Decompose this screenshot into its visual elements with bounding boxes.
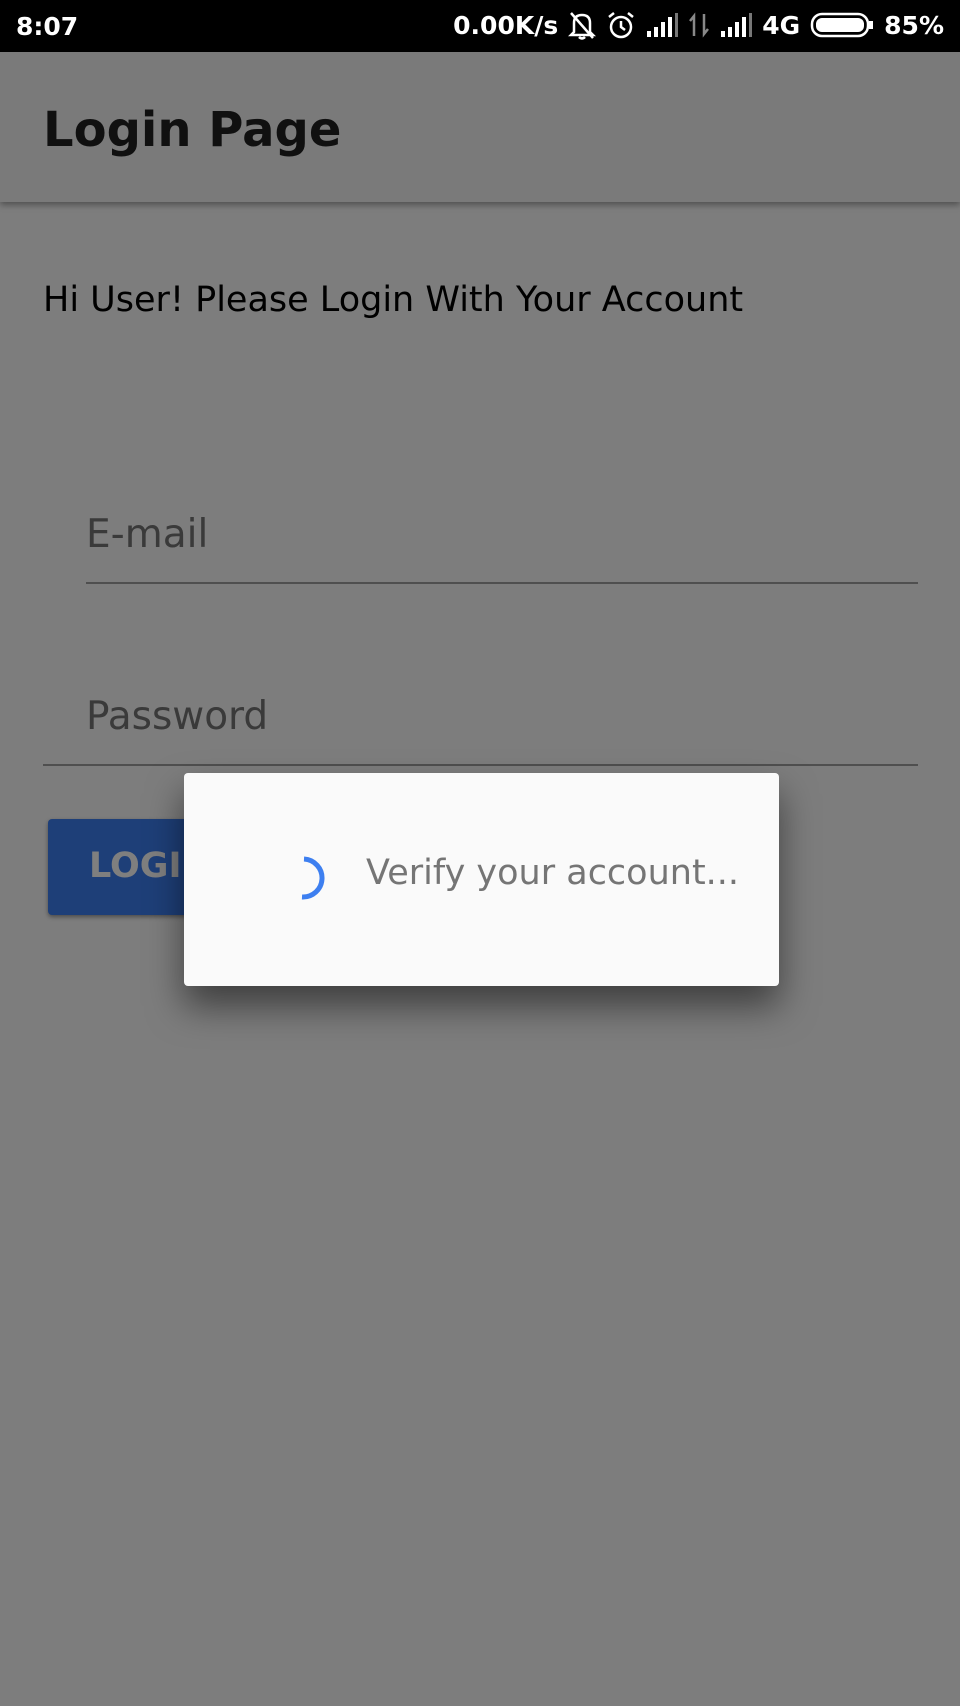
- alarm-icon: [606, 10, 636, 40]
- network-type: 4G: [762, 10, 801, 40]
- status-icons: 0.00K/s 4G 85%: [453, 10, 944, 40]
- battery-icon: [810, 12, 874, 38]
- bell-off-icon: [568, 10, 597, 40]
- network-speed: 0.00K/s: [453, 10, 559, 40]
- signal-icon: [646, 13, 679, 37]
- status-bar: 8:07 0.00K/s 4G 85%: [0, 0, 960, 52]
- progress-dialog: Verify your account...: [184, 773, 779, 986]
- status-time: 8:07: [16, 12, 79, 41]
- signal-icon: [720, 13, 753, 37]
- dialog-message: Verify your account...: [366, 853, 740, 893]
- battery-level: 85%: [884, 10, 944, 40]
- data-arrows-icon: [688, 12, 710, 38]
- loading-spinner-icon: [282, 853, 332, 903]
